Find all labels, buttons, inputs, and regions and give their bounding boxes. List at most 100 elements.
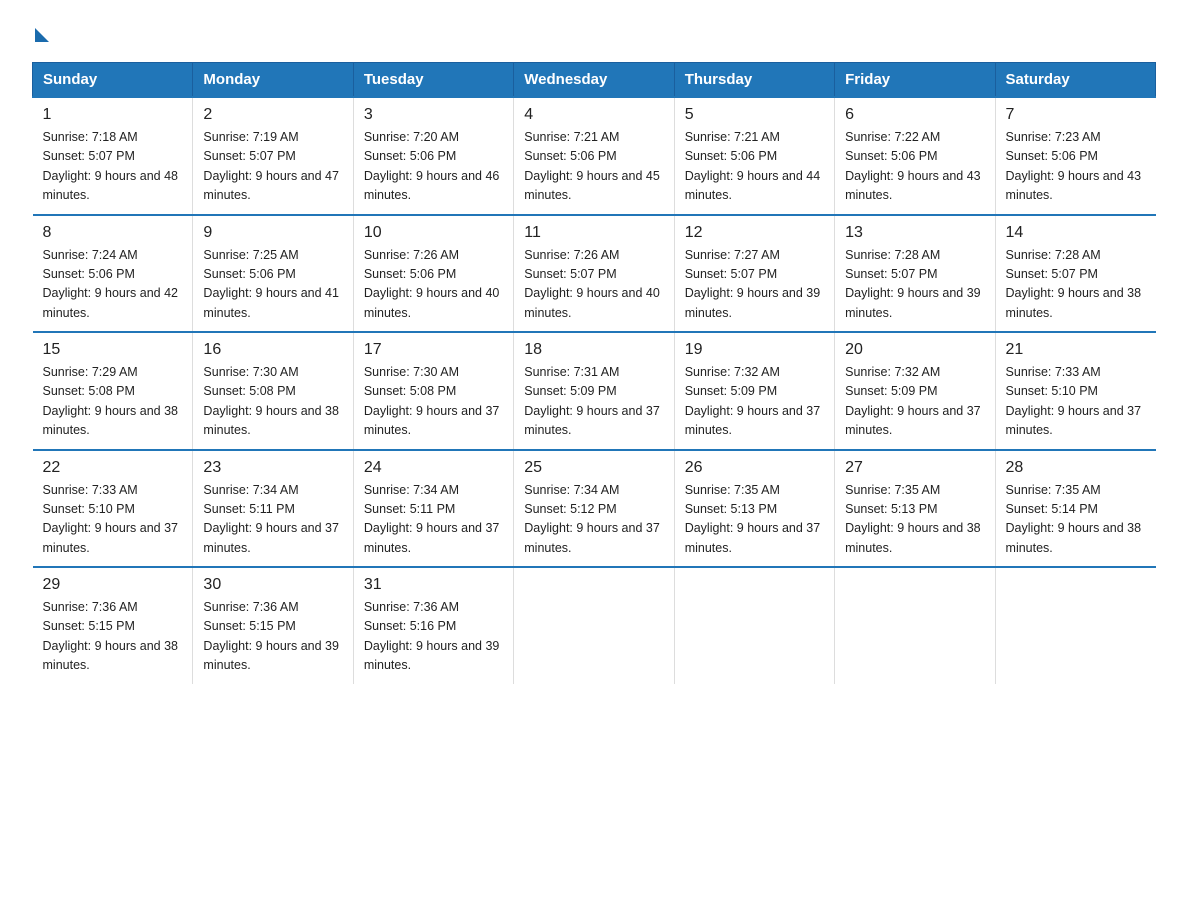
- calendar-cell: [514, 567, 674, 684]
- calendar-cell: 29 Sunrise: 7:36 AMSunset: 5:15 PMDayligh…: [33, 567, 193, 684]
- day-info: Sunrise: 7:35 AMSunset: 5:14 PMDaylight:…: [1006, 481, 1146, 559]
- calendar-cell: 28 Sunrise: 7:35 AMSunset: 5:14 PMDayligh…: [995, 450, 1155, 568]
- day-number: 27: [845, 459, 984, 477]
- day-number: 18: [524, 341, 663, 359]
- day-info: Sunrise: 7:36 AMSunset: 5:15 PMDaylight:…: [43, 598, 183, 676]
- day-info: Sunrise: 7:23 AMSunset: 5:06 PMDaylight:…: [1006, 128, 1146, 206]
- day-info: Sunrise: 7:27 AMSunset: 5:07 PMDaylight:…: [685, 246, 824, 324]
- calendar-cell: [995, 567, 1155, 684]
- day-number: 1: [43, 106, 183, 124]
- day-info: Sunrise: 7:26 AMSunset: 5:06 PMDaylight:…: [364, 246, 503, 324]
- day-info: Sunrise: 7:36 AMSunset: 5:16 PMDaylight:…: [364, 598, 503, 676]
- day-info: Sunrise: 7:35 AMSunset: 5:13 PMDaylight:…: [845, 481, 984, 559]
- calendar-cell: 13 Sunrise: 7:28 AMSunset: 5:07 PMDayligh…: [835, 215, 995, 333]
- day-number: 3: [364, 106, 503, 124]
- day-number: 17: [364, 341, 503, 359]
- day-number: 24: [364, 459, 503, 477]
- calendar-week-row: 1 Sunrise: 7:18 AMSunset: 5:07 PMDaylight…: [33, 97, 1156, 215]
- calendar-cell: 5 Sunrise: 7:21 AMSunset: 5:06 PMDaylight…: [674, 97, 834, 215]
- day-number: 14: [1006, 224, 1146, 242]
- calendar-cell: 4Sunrise: 7:21 AMSunset: 5:06 PMDaylight…: [514, 97, 674, 215]
- calendar-cell: 31 Sunrise: 7:36 AMSunset: 5:16 PMDayligh…: [353, 567, 513, 684]
- calendar-cell: 14 Sunrise: 7:28 AMSunset: 5:07 PMDayligh…: [995, 215, 1155, 333]
- day-number: 4: [524, 106, 663, 124]
- weekday-header: Saturday: [995, 63, 1155, 98]
- calendar-week-row: 29 Sunrise: 7:36 AMSunset: 5:15 PMDayligh…: [33, 567, 1156, 684]
- day-number: 19: [685, 341, 824, 359]
- weekday-header: Sunday: [33, 63, 193, 98]
- calendar-cell: 3 Sunrise: 7:20 AMSunset: 5:06 PMDaylight…: [353, 97, 513, 215]
- day-info: Sunrise: 7:26 AMSunset: 5:07 PMDaylight:…: [524, 246, 663, 324]
- day-number: 2: [203, 106, 342, 124]
- calendar-cell: 22 Sunrise: 7:33 AMSunset: 5:10 PMDayligh…: [33, 450, 193, 568]
- day-info: Sunrise: 7:20 AMSunset: 5:06 PMDaylight:…: [364, 128, 503, 206]
- calendar-cell: 6 Sunrise: 7:22 AMSunset: 5:06 PMDaylight…: [835, 97, 995, 215]
- weekday-header-row: SundayMondayTuesdayWednesdayThursdayFrid…: [33, 63, 1156, 98]
- calendar-cell: 12 Sunrise: 7:27 AMSunset: 5:07 PMDayligh…: [674, 215, 834, 333]
- day-number: 22: [43, 459, 183, 477]
- logo: [32, 24, 49, 42]
- day-info: Sunrise: 7:36 AMSunset: 5:15 PMDaylight:…: [203, 598, 342, 676]
- day-info: Sunrise: 7:32 AMSunset: 5:09 PMDaylight:…: [685, 363, 824, 441]
- day-info: Sunrise: 7:34 AMSunset: 5:11 PMDaylight:…: [203, 481, 342, 559]
- calendar-cell: 23 Sunrise: 7:34 AMSunset: 5:11 PMDayligh…: [193, 450, 353, 568]
- day-number: 20: [845, 341, 984, 359]
- calendar-cell: 10 Sunrise: 7:26 AMSunset: 5:06 PMDayligh…: [353, 215, 513, 333]
- calendar-cell: 1 Sunrise: 7:18 AMSunset: 5:07 PMDaylight…: [33, 97, 193, 215]
- calendar-week-row: 8Sunrise: 7:24 AMSunset: 5:06 PMDaylight…: [33, 215, 1156, 333]
- day-number: 16: [203, 341, 342, 359]
- calendar-cell: 18 Sunrise: 7:31 AMSunset: 5:09 PMDayligh…: [514, 332, 674, 450]
- day-info: Sunrise: 7:30 AMSunset: 5:08 PMDaylight:…: [203, 363, 342, 441]
- calendar-cell: 2 Sunrise: 7:19 AMSunset: 5:07 PMDaylight…: [193, 97, 353, 215]
- day-number: 21: [1006, 341, 1146, 359]
- day-number: 11: [524, 224, 663, 242]
- day-number: 9: [203, 224, 342, 242]
- page-header: [32, 24, 1156, 42]
- calendar-cell: 11 Sunrise: 7:26 AMSunset: 5:07 PMDayligh…: [514, 215, 674, 333]
- weekday-header: Thursday: [674, 63, 834, 98]
- calendar-cell: 17Sunrise: 7:30 AMSunset: 5:08 PMDayligh…: [353, 332, 513, 450]
- calendar-cell: 9 Sunrise: 7:25 AMSunset: 5:06 PMDaylight…: [193, 215, 353, 333]
- calendar-cell: 8Sunrise: 7:24 AMSunset: 5:06 PMDaylight…: [33, 215, 193, 333]
- calendar-cell: 25Sunrise: 7:34 AMSunset: 5:12 PMDayligh…: [514, 450, 674, 568]
- day-info: Sunrise: 7:28 AMSunset: 5:07 PMDaylight:…: [845, 246, 984, 324]
- day-number: 26: [685, 459, 824, 477]
- day-number: 29: [43, 576, 183, 594]
- calendar-cell: 20 Sunrise: 7:32 AMSunset: 5:09 PMDayligh…: [835, 332, 995, 450]
- day-number: 15: [43, 341, 183, 359]
- day-number: 30: [203, 576, 342, 594]
- day-info: Sunrise: 7:29 AMSunset: 5:08 PMDaylight:…: [43, 363, 183, 441]
- logo-arrow-icon: [35, 28, 49, 42]
- day-info: Sunrise: 7:32 AMSunset: 5:09 PMDaylight:…: [845, 363, 984, 441]
- calendar-cell: 7 Sunrise: 7:23 AMSunset: 5:06 PMDaylight…: [995, 97, 1155, 215]
- day-number: 28: [1006, 459, 1146, 477]
- day-info: Sunrise: 7:21 AMSunset: 5:06 PMDaylight:…: [685, 128, 824, 206]
- calendar-week-row: 22 Sunrise: 7:33 AMSunset: 5:10 PMDayligh…: [33, 450, 1156, 568]
- day-number: 10: [364, 224, 503, 242]
- calendar-cell: [835, 567, 995, 684]
- day-number: 13: [845, 224, 984, 242]
- day-info: Sunrise: 7:34 AMSunset: 5:11 PMDaylight:…: [364, 481, 503, 559]
- day-number: 23: [203, 459, 342, 477]
- day-info: Sunrise: 7:33 AMSunset: 5:10 PMDaylight:…: [1006, 363, 1146, 441]
- calendar-cell: 19 Sunrise: 7:32 AMSunset: 5:09 PMDayligh…: [674, 332, 834, 450]
- day-info: Sunrise: 7:33 AMSunset: 5:10 PMDaylight:…: [43, 481, 183, 559]
- day-info: Sunrise: 7:25 AMSunset: 5:06 PMDaylight:…: [203, 246, 342, 324]
- day-info: Sunrise: 7:18 AMSunset: 5:07 PMDaylight:…: [43, 128, 183, 206]
- calendar-cell: 26 Sunrise: 7:35 AMSunset: 5:13 PMDayligh…: [674, 450, 834, 568]
- day-number: 12: [685, 224, 824, 242]
- weekday-header: Monday: [193, 63, 353, 98]
- day-info: Sunrise: 7:28 AMSunset: 5:07 PMDaylight:…: [1006, 246, 1146, 324]
- weekday-header: Friday: [835, 63, 995, 98]
- day-info: Sunrise: 7:35 AMSunset: 5:13 PMDaylight:…: [685, 481, 824, 559]
- day-number: 31: [364, 576, 503, 594]
- calendar-cell: 27 Sunrise: 7:35 AMSunset: 5:13 PMDayligh…: [835, 450, 995, 568]
- day-number: 7: [1006, 106, 1146, 124]
- day-info: Sunrise: 7:19 AMSunset: 5:07 PMDaylight:…: [203, 128, 342, 206]
- day-info: Sunrise: 7:34 AMSunset: 5:12 PMDaylight:…: [524, 481, 663, 559]
- day-number: 6: [845, 106, 984, 124]
- calendar-cell: 21 Sunrise: 7:33 AMSunset: 5:10 PMDayligh…: [995, 332, 1155, 450]
- day-number: 5: [685, 106, 824, 124]
- day-info: Sunrise: 7:22 AMSunset: 5:06 PMDaylight:…: [845, 128, 984, 206]
- day-info: Sunrise: 7:31 AMSunset: 5:09 PMDaylight:…: [524, 363, 663, 441]
